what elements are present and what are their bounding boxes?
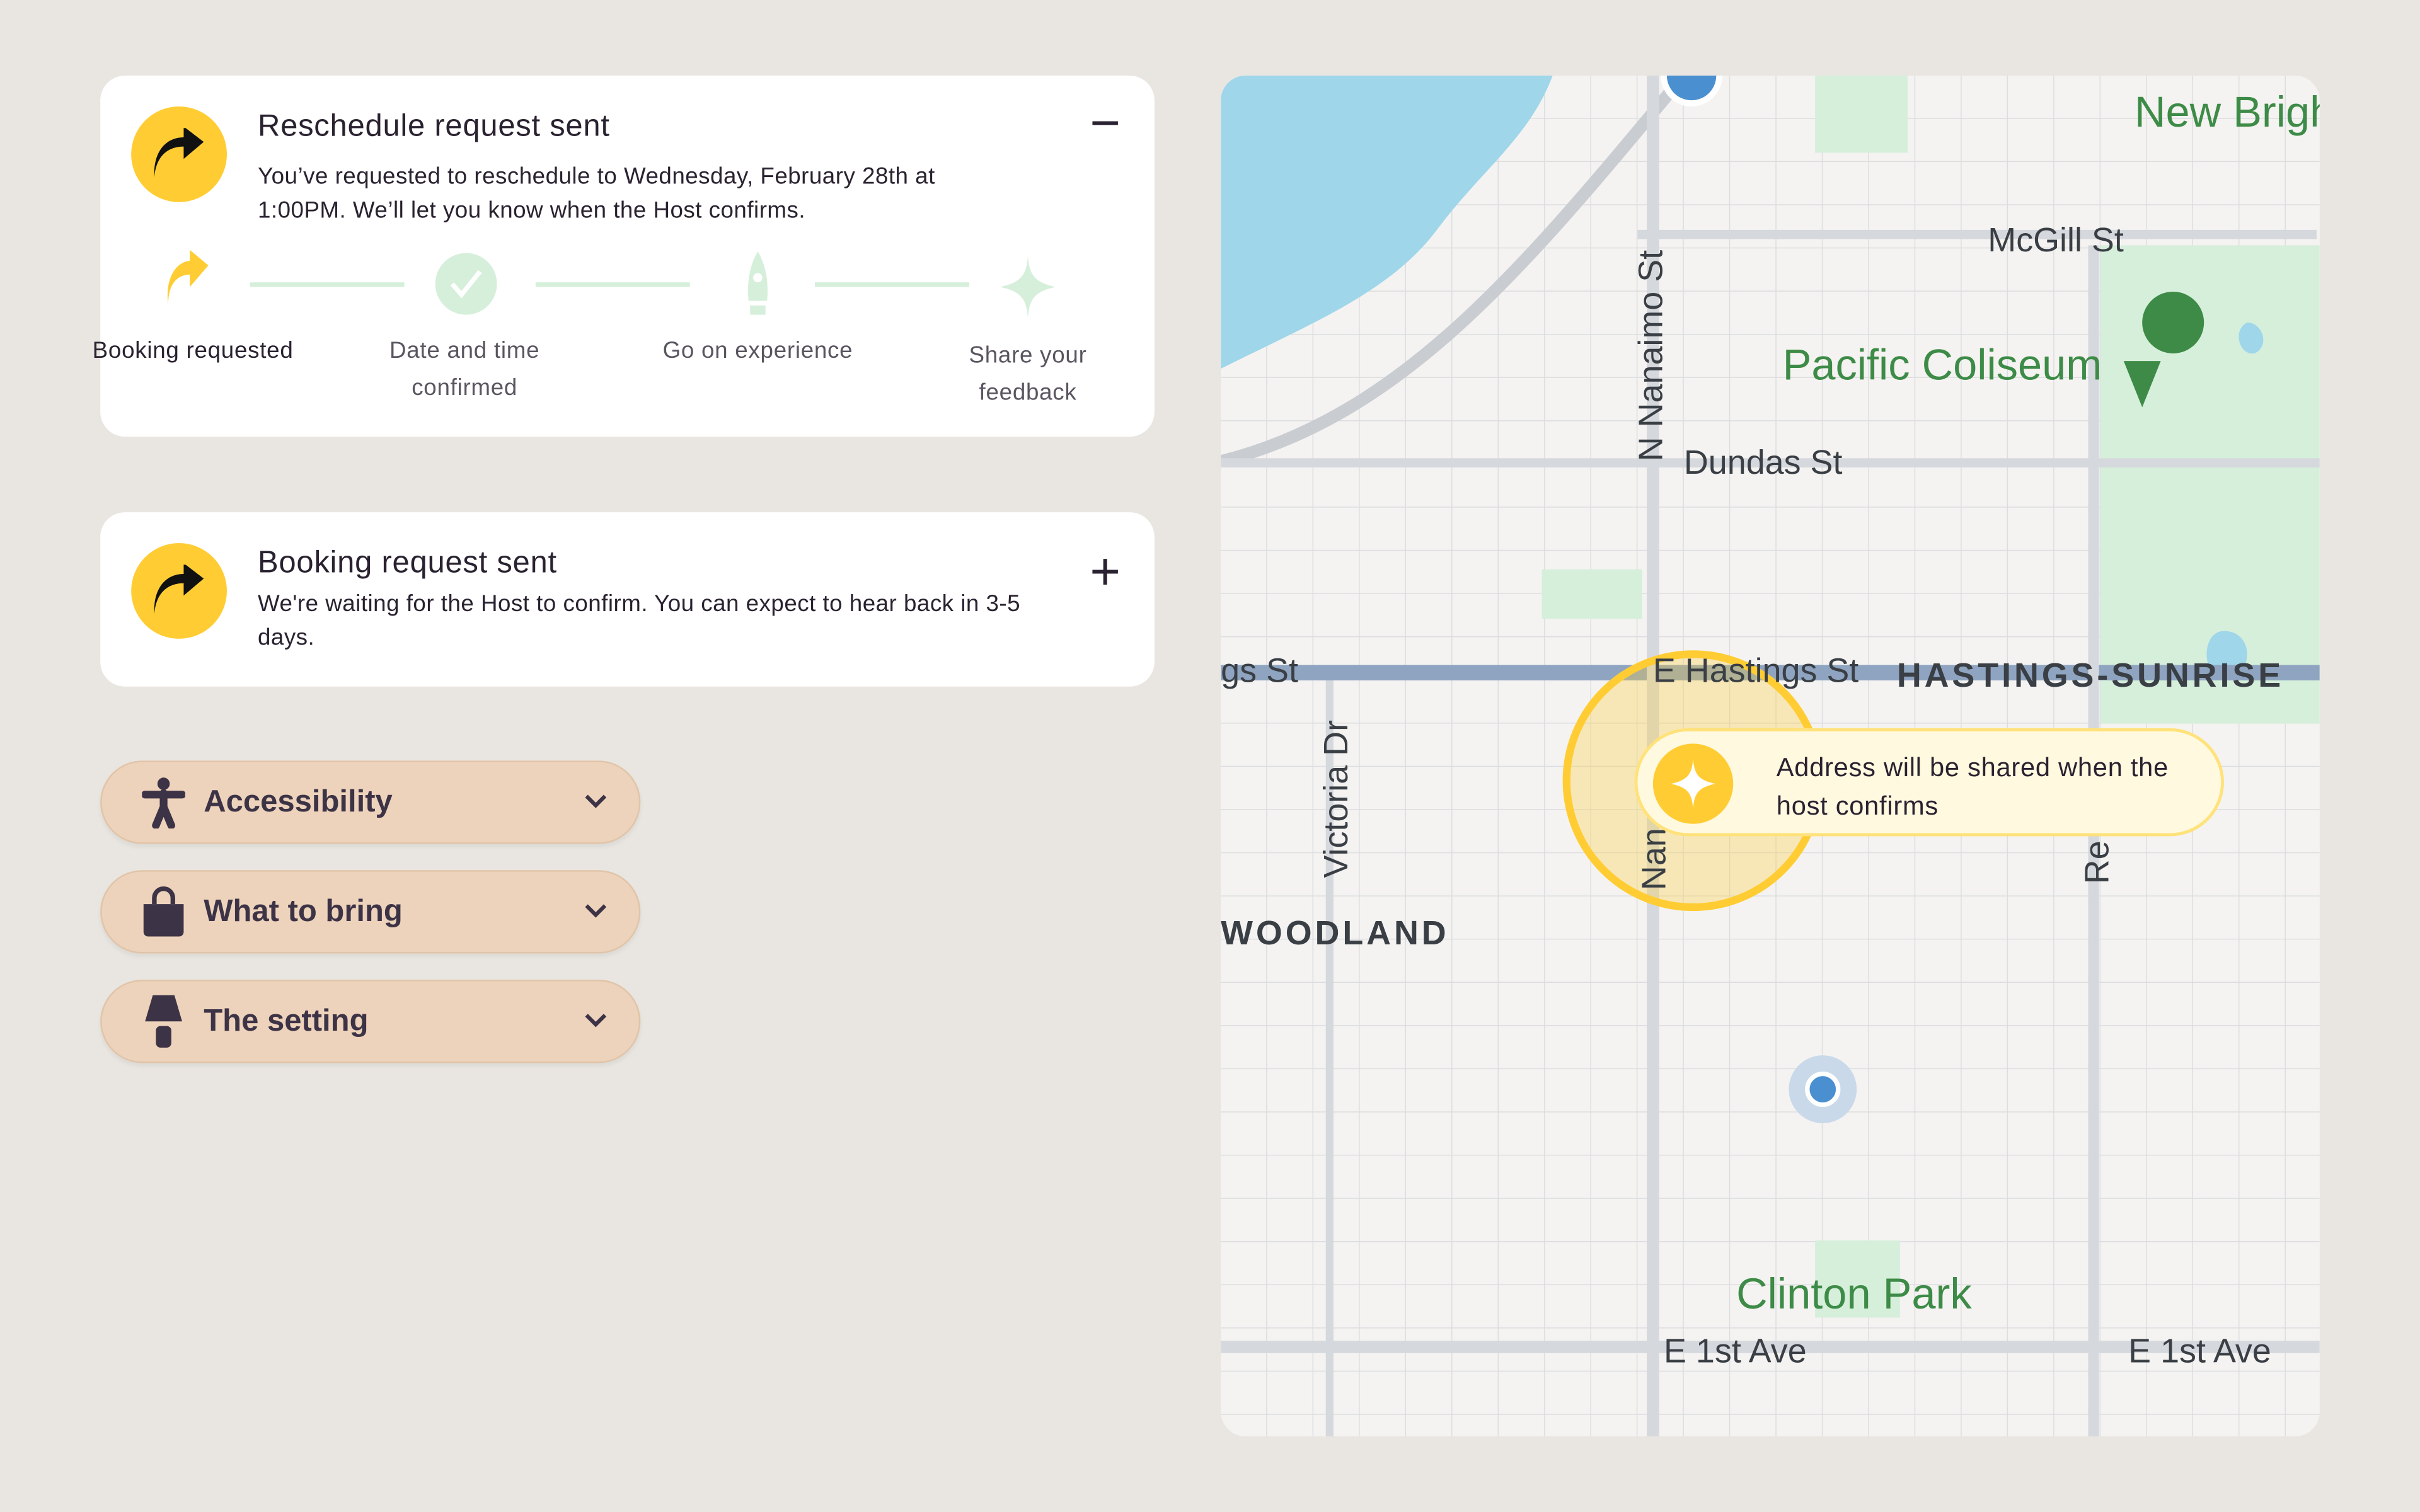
expand-button[interactable]: + — [1090, 546, 1121, 598]
card-title: Reschedule request sent — [257, 109, 610, 144]
lamp-icon — [136, 994, 192, 1049]
accordion-accessibility[interactable]: Accessibility — [100, 760, 641, 844]
rocket-icon — [747, 251, 768, 315]
chevron-down-icon — [584, 1007, 608, 1035]
sparkle-icon — [1652, 743, 1734, 824]
share-arrow-icon — [131, 106, 228, 202]
collapse-button[interactable]: − — [1090, 97, 1121, 149]
card-body: We're waiting for the Host to confirm. Y… — [257, 590, 1021, 651]
booking-card: Booking request sent We're waiting for t… — [100, 512, 1155, 687]
map[interactable]: New Brigh Park McGill St Pacific Coliseu… — [1221, 76, 2320, 1437]
step-connector — [250, 282, 405, 287]
sparkle-icon — [1000, 256, 1056, 318]
chevron-down-icon — [584, 898, 608, 925]
card-body: You’ve requested to reschedule to Wednes… — [257, 163, 935, 224]
bag-icon — [136, 886, 192, 938]
chevron-down-icon — [584, 788, 608, 816]
card-title: Booking request sent — [257, 546, 557, 580]
step-connector — [815, 282, 969, 287]
accordion-what-to-bring[interactable]: What to bring — [100, 870, 641, 954]
address-tooltip: Address will be shared when the host con… — [1634, 728, 2225, 837]
share-arrow-icon — [168, 249, 209, 304]
accordion-the-setting[interactable]: The setting — [100, 980, 641, 1063]
check-circle-icon — [435, 253, 497, 315]
share-arrow-icon — [131, 543, 228, 639]
accessibility-icon — [136, 776, 192, 829]
step-connector — [535, 282, 690, 287]
